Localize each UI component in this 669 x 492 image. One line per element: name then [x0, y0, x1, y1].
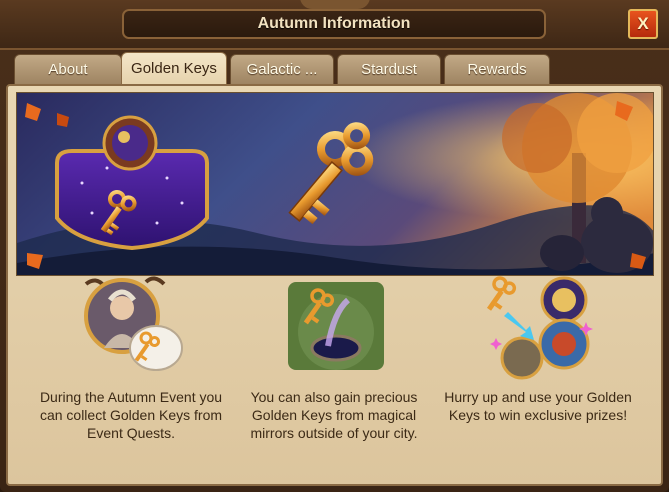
tab-about[interactable]: About — [14, 54, 122, 84]
tab-stardust[interactable]: Stardust — [337, 54, 441, 84]
golden-keys-banner — [16, 92, 654, 276]
tab-golden-keys[interactable]: Golden Keys — [121, 52, 227, 84]
tile-text-win-prizes: Hurry up and use your Golden Keys to win… — [444, 389, 632, 423]
close-button[interactable]: X — [628, 9, 658, 39]
title-ornament — [300, 0, 370, 9]
event-info-window: Autumn Information X About Golden Keys G… — [0, 0, 669, 492]
key-to-prizes-icon — [482, 276, 594, 380]
window-title: Autumn Information — [122, 9, 546, 39]
tab-content-panel: During the Autumn Event you can collect … — [6, 84, 663, 486]
tab-rewards[interactable]: Rewards — [444, 54, 550, 84]
tab-galactic[interactable]: Galactic ... — [230, 54, 334, 84]
autumn-quest-giver-icon — [76, 276, 186, 380]
title-bar: Autumn Information X — [0, 0, 669, 50]
banner-illustration — [17, 93, 653, 275]
tile-text-event-quests: During the Autumn Event you can collect … — [39, 389, 223, 441]
magic-mirror-icon — [288, 282, 384, 370]
tile-text-magic-mirrors: You can also gain precious Golden Keys f… — [250, 389, 418, 441]
